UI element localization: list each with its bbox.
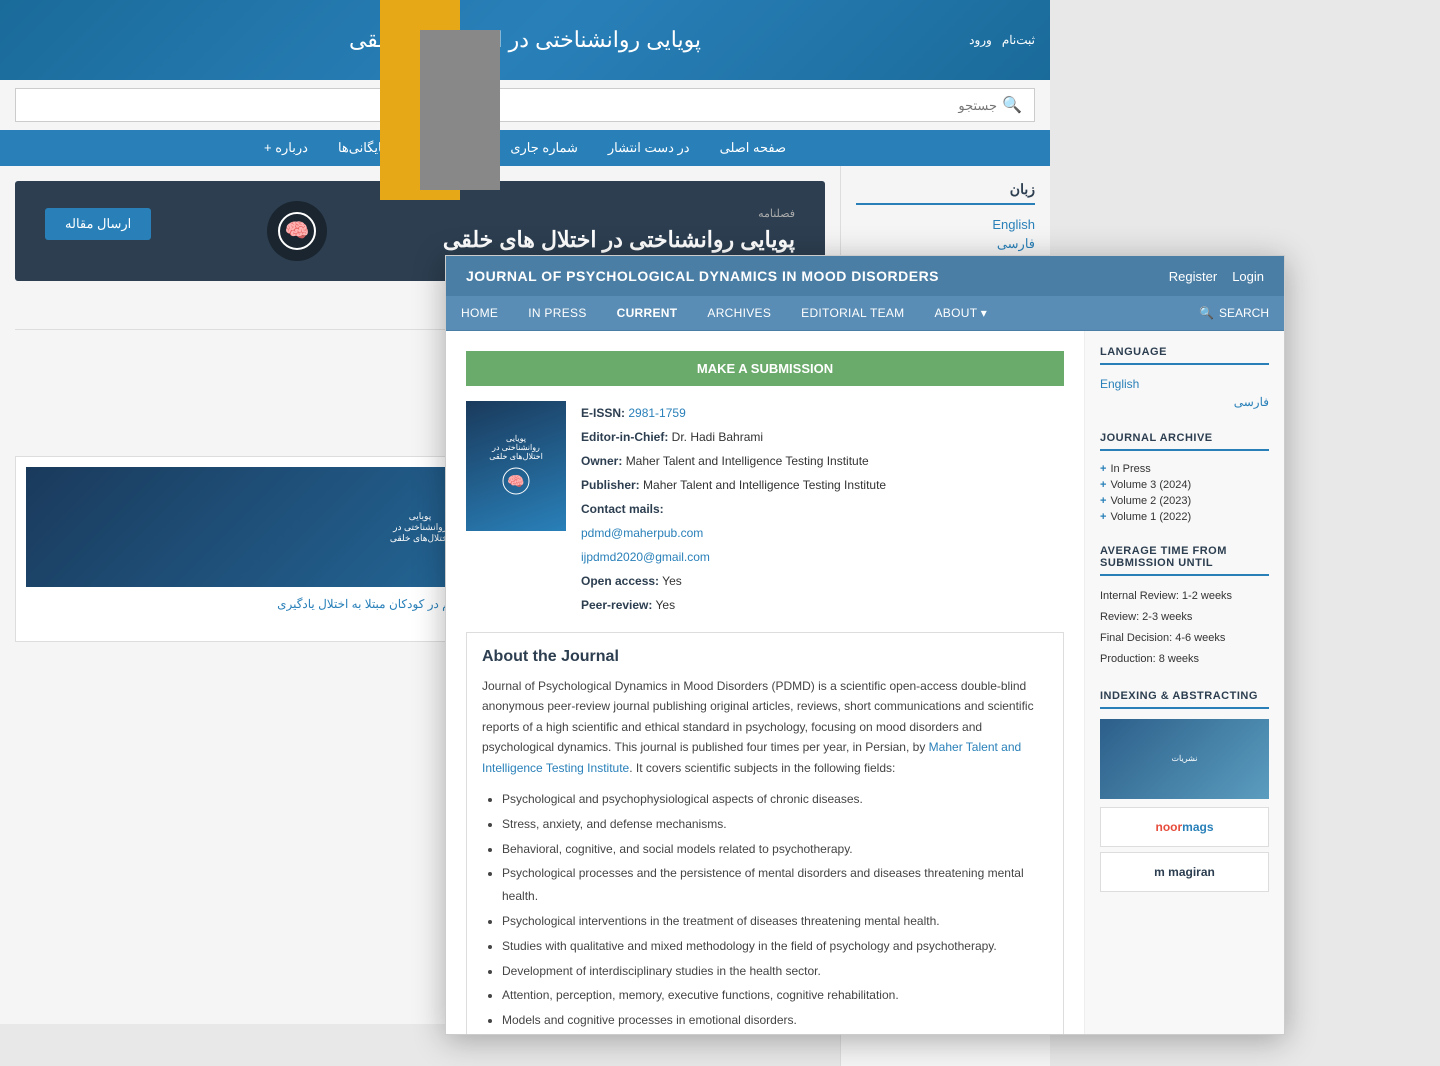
eng-archive-1[interactable]: +Volume 3 (2024): [1100, 477, 1269, 493]
eng-internal-review: Internal Review: 1-2 weeks: [1100, 586, 1269, 607]
eng-indexing-section: INDEXING & ABSTRACTING نشریات noormags m…: [1100, 690, 1269, 892]
english-content-area: MAKE A SUBMISSION پویاییروانشناختی دراخت…: [446, 331, 1284, 1035]
subjects-list: Psychological and psychophysiological as…: [482, 788, 1048, 1032]
eng-lang-title: LANGUAGE: [1100, 346, 1269, 365]
subject-6: Studies with qualitative and mixed metho…: [502, 935, 1048, 958]
english-nav: HOME IN PRESS CURRENT ARCHIVES EDITORIAL…: [446, 296, 1284, 331]
persian-banner-label: فصلنامه: [443, 207, 795, 220]
nav-search[interactable]: 🔍 SEARCH: [1184, 298, 1284, 328]
svg-text:🧠: 🧠: [507, 473, 524, 489]
indexing-title: INDEXING & ABSTRACTING: [1100, 690, 1269, 709]
persian-header: پویایی روانشناختی در اختلال های خلقی ورو…: [0, 0, 1050, 80]
persian-register-link[interactable]: ثبت‌نام: [1002, 33, 1035, 47]
eng-lang-section: LANGUAGE English فارسی: [1100, 346, 1269, 412]
english-top-links: Register Login: [1169, 269, 1264, 284]
persian-lang-link[interactable]: فارسی: [856, 234, 1035, 254]
persian-submit-button[interactable]: ارسال مقاله: [45, 208, 151, 240]
indexing-magiran: m magiran: [1100, 852, 1269, 892]
persian-banner-title: پویایی روانشناختی در اختلال های خلقی: [443, 225, 795, 256]
svg-text:🧠: 🧠: [285, 220, 310, 242]
eng-review: Review: 2-3 weeks: [1100, 607, 1269, 628]
persian-nav-inpress[interactable]: در دست انتشار: [608, 140, 690, 156]
eng-archive-title: JOURNAL ARCHIVE: [1100, 432, 1269, 451]
about-journal-text: Journal of Psychological Dynamics in Moo…: [482, 676, 1048, 778]
login-link[interactable]: Login: [1232, 269, 1264, 284]
indexing-noormags: noormags: [1100, 807, 1269, 847]
eng-metrics-section: AVERAGE TIME FROM SUBMISSION UNTIL Inter…: [1100, 545, 1269, 670]
eng-metrics-content: Internal Review: 1-2 weeks Review: 2-3 w…: [1100, 586, 1269, 670]
english-lang-link[interactable]: English: [856, 215, 1035, 234]
nav-editorial-team[interactable]: EDITORIAL TEAM: [786, 296, 919, 330]
open-access-row: Open access: Yes: [581, 569, 886, 593]
search-label: SEARCH: [1219, 306, 1269, 320]
journal-cover-text: پویاییروانشناختی دراختلال‌های خلقی 🧠: [484, 429, 548, 503]
subject-5: Psychological interventions in the treat…: [502, 910, 1048, 933]
register-link[interactable]: Register: [1169, 269, 1217, 284]
persian-search-input[interactable]: [28, 98, 997, 113]
persian-banner-logo: 🧠: [267, 201, 327, 261]
about-journal-title: About the Journal: [482, 648, 1048, 666]
subject-1: Psychological and psychophysiological as…: [502, 788, 1048, 811]
nav-current[interactable]: CURRENT: [602, 296, 693, 330]
persian-nav-archives[interactable]: بایگانی‌ها: [338, 140, 386, 156]
nav-about[interactable]: ABOUT ▾: [919, 296, 1002, 330]
owner-row: Owner: Maher Talent and Intelligence Tes…: [581, 449, 886, 473]
eng-persian-link[interactable]: فارسی: [1100, 393, 1269, 412]
english-overlay-page: JOURNAL OF PSYCHOLOGICAL DYNAMICS IN MOO…: [445, 255, 1285, 1035]
peer-review-row: Peer-review: Yes: [581, 593, 886, 617]
subject-7: Development of interdisciplinary studies…: [502, 960, 1048, 983]
subject-3: Behavioral, cognitive, and social models…: [502, 838, 1048, 861]
subject-8: Attention, perception, memory, executive…: [502, 984, 1048, 1007]
eng-english-link[interactable]: English: [1100, 375, 1269, 393]
eng-archive-0[interactable]: +In Press: [1100, 461, 1269, 477]
english-sidebar: LANGUAGE English فارسی JOURNAL ARCHIVE +…: [1084, 331, 1284, 1035]
eng-archive-section: JOURNAL ARCHIVE +In Press +Volume 3 (202…: [1100, 432, 1269, 525]
subject-2: Stress, anxiety, and defense mechanisms.: [502, 813, 1048, 836]
search-icon: 🔍: [1002, 95, 1022, 115]
persian-search-bar: 🔍: [15, 88, 1035, 122]
subject-9: Models and cognitive processes in emotio…: [502, 1009, 1048, 1032]
eng-archive-2[interactable]: +Volume 2 (2023): [1100, 493, 1269, 509]
editor-row: Editor-in-Chief: Dr. Hadi Bahrami: [581, 425, 886, 449]
gray-accent-decoration: [420, 30, 500, 190]
indexing-img-1: نشریات: [1100, 719, 1269, 799]
eng-archive-3[interactable]: +Volume 1 (2022): [1100, 509, 1269, 525]
nav-inpress[interactable]: IN PRESS: [513, 296, 601, 330]
about-journal-section: About the Journal Journal of Psychologic…: [466, 632, 1064, 1035]
journal-cover-image: پویاییروانشناختی دراختلال‌های خلقی 🧠: [466, 401, 566, 531]
english-main-column: MAKE A SUBMISSION پویاییروانشناختی دراخت…: [446, 331, 1084, 1035]
persian-nav-about[interactable]: درباره +: [264, 140, 308, 156]
maher-link[interactable]: Maher Talent and Intelligence Testing In…: [482, 740, 1021, 774]
eng-metrics-title: AVERAGE TIME FROM SUBMISSION UNTIL: [1100, 545, 1269, 576]
journal-info-block: E-ISSN: 2981-1759 Editor-in-Chief: Dr. H…: [581, 401, 886, 617]
indexing-img-1-text: نشریات: [1172, 754, 1198, 763]
publisher-row: Publisher: Maher Talent and Intelligence…: [581, 473, 886, 497]
persian-nav: صفحه اصلی در دست انتشار شماره جاری هیئت …: [0, 130, 1050, 166]
nav-home[interactable]: HOME: [446, 296, 513, 330]
e-issn-row: E-ISSN: 2981-1759: [581, 401, 886, 425]
nav-archives[interactable]: ARCHIVES: [692, 296, 786, 330]
persian-lang-section: زبان English فارسی: [856, 181, 1035, 254]
persian-nav-current[interactable]: شماره جاری: [510, 140, 578, 156]
contact-row: Contact mails: pdmd@maherpub.com ijpdmd2…: [581, 497, 886, 569]
make-submission-button[interactable]: MAKE A SUBMISSION: [466, 351, 1064, 386]
persian-login-link[interactable]: ورود: [969, 33, 992, 47]
search-icon: 🔍: [1199, 306, 1214, 320]
eng-production: Production: 8 weeks: [1100, 649, 1269, 670]
eng-final-decision: Final Decision: 4-6 weeks: [1100, 628, 1269, 649]
persian-banner-text: فصلنامه پویایی روانشناختی در اختلال های …: [443, 207, 795, 256]
persian-nav-home[interactable]: صفحه اصلی: [720, 140, 786, 156]
subject-4: Psychological processes and the persiste…: [502, 862, 1048, 908]
journal-cover-section: پویاییروانشناختی دراختلال‌های خلقی 🧠 E-I…: [466, 401, 1064, 617]
english-header-bar: JOURNAL OF PSYCHOLOGICAL DYNAMICS IN MOO…: [446, 256, 1284, 296]
persian-lang-title: زبان: [856, 181, 1035, 205]
english-header-title: JOURNAL OF PSYCHOLOGICAL DYNAMICS IN MOO…: [466, 268, 939, 284]
